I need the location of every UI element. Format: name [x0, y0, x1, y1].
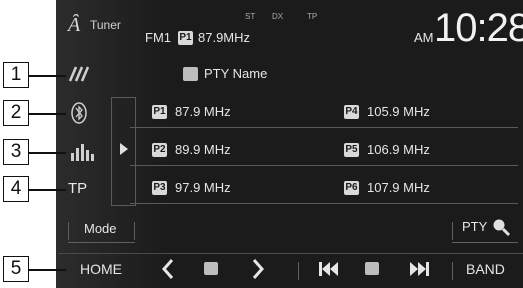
home-button[interactable]: HOME — [80, 261, 122, 277]
mode-divider-right — [134, 222, 135, 240]
preset-4-underline — [322, 127, 518, 128]
tp-indicator: TP — [307, 12, 318, 21]
pty-divider-left — [452, 222, 453, 240]
current-preset-badge: P1 — [178, 31, 193, 45]
callout-1-leader — [29, 75, 66, 77]
preset-2-label: 89.9 MHz — [175, 142, 231, 157]
preset-5[interactable]: P5 106.9 MHz — [322, 134, 518, 168]
callout-1: 1 — [3, 62, 29, 88]
preset-1-label: 87.9 MHz — [175, 104, 231, 119]
stop-icon-2[interactable] — [365, 262, 379, 275]
next-icon[interactable] — [250, 258, 266, 280]
expand-arrow-icon — [120, 143, 128, 155]
preset-4-label: 105.9 MHz — [367, 104, 430, 119]
preset-6[interactable]: P6 107.9 MHz — [322, 172, 518, 206]
antenna-icon[interactable] — [66, 63, 94, 85]
stop-icon[interactable] — [204, 262, 218, 275]
tp-button[interactable]: TP — [68, 180, 87, 197]
preset-3[interactable]: P3 97.9 MHz — [130, 172, 330, 206]
preset-4[interactable]: P4 105.9 MHz — [322, 96, 518, 130]
preset-5-badge: P5 — [344, 143, 359, 157]
pty-name: PTY Name — [204, 66, 268, 81]
mode-divider-left — [68, 222, 69, 240]
prev-icon[interactable] — [160, 258, 176, 280]
preset-2-badge: P2 — [152, 143, 167, 157]
skip-forward-icon[interactable] — [408, 260, 430, 278]
callout-3-leader — [29, 152, 66, 154]
preset-6-badge: P6 — [344, 181, 359, 195]
st-indicator: ST — [245, 12, 256, 21]
preset-1-badge: P1 — [152, 105, 167, 119]
clock-time: 10:28 — [434, 6, 523, 50]
callout-2-leader — [29, 113, 66, 115]
preset-6-label: 107.9 MHz — [367, 180, 430, 195]
bluetooth-icon[interactable] — [68, 101, 90, 125]
preset-2[interactable]: P2 89.9 MHz — [130, 134, 330, 168]
band-button[interactable]: BAND — [466, 261, 505, 277]
preset-3-badge: P3 — [152, 181, 167, 195]
band-label: FM1 — [145, 30, 171, 45]
current-frequency: 87.9MHz — [198, 30, 251, 45]
preset-3-underline — [130, 203, 330, 204]
skip-back-icon[interactable] — [318, 260, 340, 278]
callout-4: 4 — [3, 176, 29, 202]
mode-button[interactable]: Mode — [84, 221, 117, 236]
callout-5-leader — [29, 269, 66, 271]
equalizer-icon[interactable] — [70, 142, 96, 162]
preset-5-label: 106.9 MHz — [367, 142, 430, 157]
callout-3: 3 — [3, 139, 29, 165]
callout-2: 2 — [3, 100, 29, 126]
callout-4-leader — [29, 189, 66, 191]
callout-5: 5 — [3, 256, 29, 282]
preset-6-underline — [322, 203, 518, 204]
clock-ampm: AM — [414, 30, 434, 45]
preset-2-underline — [130, 165, 330, 166]
dx-indicator: DX — [272, 12, 284, 21]
pty-underline — [452, 242, 518, 243]
pty-name-icon — [183, 67, 198, 81]
bottom-divider-2 — [452, 262, 453, 280]
bottom-divider-1 — [298, 262, 299, 280]
source-icon[interactable]: Ȃ — [68, 14, 80, 37]
pty-search-button[interactable]: PTY — [462, 219, 487, 234]
preset-5-underline — [322, 165, 518, 166]
preset-4-badge: P4 — [344, 105, 359, 119]
preset-1-underline — [130, 127, 330, 128]
search-icon — [493, 219, 511, 237]
preset-3-label: 97.9 MHz — [175, 180, 231, 195]
source-label: Tuner — [90, 18, 121, 32]
mode-underline — [68, 242, 135, 243]
bottom-bar-separator — [58, 253, 523, 254]
preset-1[interactable]: P1 87.9 MHz — [130, 96, 330, 130]
